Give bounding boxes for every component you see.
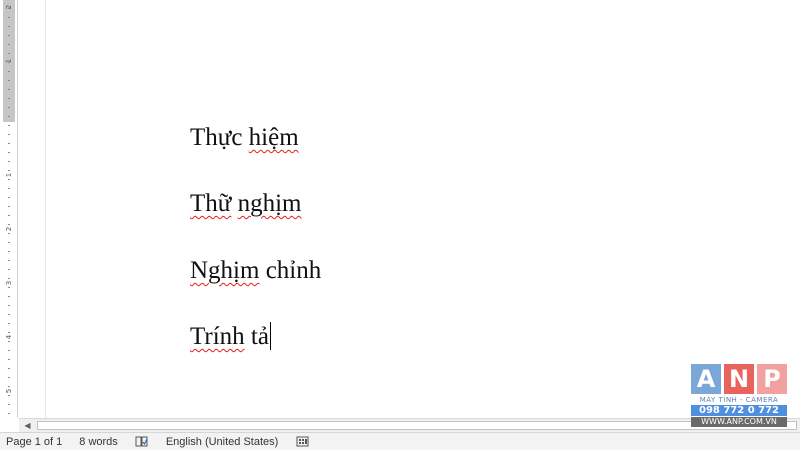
vertical-ruler[interactable]: 2 1 1 2 3 4 5 — [0, 0, 18, 418]
ruler-tick — [8, 404, 10, 405]
text-run: chỉnh — [259, 257, 322, 284]
logo-website: WWW.ANP.COM.VN — [691, 417, 787, 427]
anp-logo: ANP MÁY TÍNH - CAMERA 098 772 0 772 WWW.… — [691, 364, 787, 436]
ruler-tick — [8, 26, 10, 27]
language-indicator[interactable]: English (United States) — [166, 436, 279, 448]
ruler-tick — [8, 80, 10, 81]
misspelled-word: Thữ — [190, 190, 232, 217]
logo-letter: N — [724, 364, 754, 394]
ruler-tick — [8, 260, 10, 261]
ruler-tick — [8, 134, 10, 135]
ruler-number: 2 — [5, 226, 13, 232]
text-run: tả — [244, 323, 269, 350]
page-edge — [45, 0, 46, 418]
triangle-left-icon: ◀ — [24, 421, 31, 430]
status-bar: Page 1 of 1 8 words English (United Stat… — [0, 432, 800, 450]
misspelled-word: nghịm — [237, 190, 302, 217]
ruler-tick — [8, 116, 10, 117]
ruler-tick — [8, 44, 10, 45]
proofing-book-icon[interactable] — [135, 436, 149, 448]
page-count[interactable]: Page 1 of 1 — [6, 436, 62, 448]
ruler-number: 1 — [5, 172, 13, 178]
ruler-tick — [8, 107, 10, 108]
ruler-tick — [8, 152, 10, 153]
document-page[interactable]: Thực hiệm Thữ nghịm Nghịm chỉnh Trính tả — [19, 0, 800, 418]
text-run: Thực — [190, 124, 249, 151]
document-line[interactable]: Thực hiệm — [190, 123, 299, 153]
ruler-tick — [8, 143, 10, 144]
logo-letter: P — [757, 364, 787, 394]
ruler-tick — [8, 71, 10, 72]
ruler-tick — [8, 314, 10, 315]
text-cursor — [269, 322, 271, 350]
ruler-tick — [8, 287, 10, 288]
document-line[interactable]: Trính tả — [190, 322, 271, 352]
ruler-tick — [8, 53, 10, 54]
ruler-tick — [8, 395, 10, 396]
logo-subtitle: MÁY TÍNH - CAMERA — [699, 396, 779, 404]
logo-phone: 098 772 0 772 — [691, 405, 787, 416]
ruler-tick — [8, 305, 10, 306]
document-line[interactable]: Thữ nghịm — [190, 189, 301, 219]
ruler-number: 3 — [5, 280, 13, 286]
ruler-number: 2 — [5, 4, 13, 10]
ruler-tick — [8, 413, 10, 414]
ruler-body-area — [3, 122, 15, 418]
ruler-tick — [8, 125, 10, 126]
horizontal-scrollbar[interactable]: ◀ — [19, 418, 800, 432]
scroll-left-button[interactable]: ◀ — [19, 419, 36, 432]
ruler-tick — [8, 341, 10, 342]
ruler-tick — [8, 17, 10, 18]
ruler-tick — [8, 89, 10, 90]
word-count[interactable]: 8 words — [79, 436, 118, 448]
ruler-tick — [8, 35, 10, 36]
ruler-number: 4 — [5, 334, 13, 340]
misspelled-word: Trính — [190, 323, 245, 350]
ruler-tick — [8, 323, 10, 324]
macro-record-icon[interactable] — [295, 436, 309, 448]
logo-letters: ANP — [691, 364, 787, 394]
ruler-tick — [8, 206, 10, 207]
scrollbar-thumb[interactable] — [37, 421, 797, 430]
logo-letter: A — [691, 364, 721, 394]
ruler-tick — [8, 350, 10, 351]
ruler-number: 1 — [5, 58, 13, 64]
misspelled-word: Nghịm — [190, 257, 260, 284]
ruler-tick — [8, 215, 10, 216]
ruler-tick — [8, 242, 10, 243]
ruler-tick — [8, 269, 10, 270]
ruler-tick — [8, 188, 10, 189]
ruler-tick — [8, 179, 10, 180]
ruler-number: 5 — [5, 388, 13, 394]
ruler-tick — [8, 233, 10, 234]
ruler-tick — [8, 251, 10, 252]
ruler-tick — [8, 368, 10, 369]
ruler-tick — [8, 359, 10, 360]
ruler-tick — [8, 296, 10, 297]
ruler-tick — [8, 161, 10, 162]
misspelled-word: hiệm — [248, 124, 299, 151]
ruler-tick — [8, 98, 10, 99]
document-line[interactable]: Nghịm chỉnh — [190, 256, 321, 286]
ruler-tick — [8, 197, 10, 198]
ruler-tick — [8, 377, 10, 378]
